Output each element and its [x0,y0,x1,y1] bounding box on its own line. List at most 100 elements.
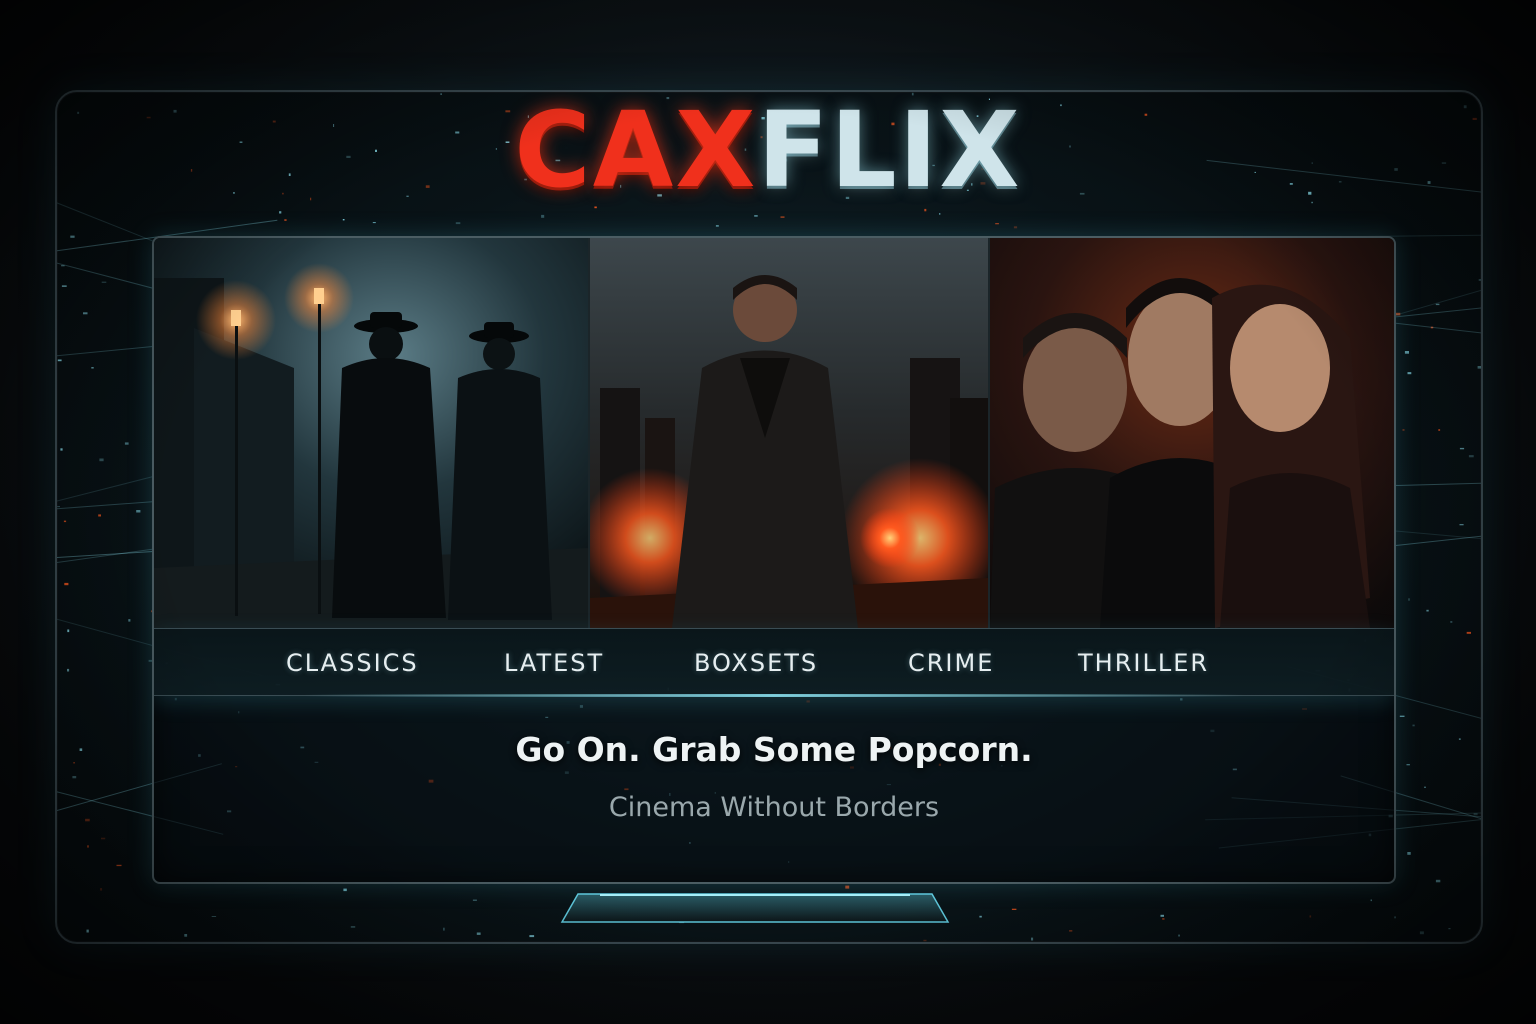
particle [1406,764,1410,766]
particle [67,668,70,672]
particle [939,213,941,215]
particle [83,312,88,315]
particle [87,845,89,848]
particle [343,888,347,892]
particle [128,619,131,622]
particle [1404,351,1409,354]
particle [1424,786,1426,788]
particle [72,776,77,779]
particle [754,215,758,217]
nav-item-thriller[interactable]: THRILLER [1078,649,1209,677]
tagline: Go On. Grab Some Popcorn. [515,730,1033,769]
featured-posters [154,238,1394,628]
particle [124,442,129,445]
particle [91,367,94,369]
tv-stand [560,893,950,923]
particle [73,762,75,764]
particle [1178,934,1180,937]
page: CAXFLIX CLASSICS LATEST BOXSETS CRIME TH… [0,0,1536,1024]
particle [1458,738,1461,740]
nav-glow-line [304,694,1244,697]
particle [455,222,461,225]
particle [116,864,122,867]
particle [61,285,67,287]
particle [1069,930,1073,932]
particle [1309,915,1312,918]
particle [845,885,850,889]
particle [136,510,141,513]
particle [1031,937,1034,941]
particle [1399,715,1405,717]
logo-part-cax: CAX [514,89,758,211]
particle [1407,852,1411,855]
particle [1426,609,1429,612]
particle [1408,598,1410,601]
particle [995,223,999,225]
particle [1402,429,1405,431]
category-nav: CLASSICS LATEST BOXSETS CRIME THRILLER [154,628,1394,697]
particle [1162,918,1165,920]
particle [1419,931,1424,935]
action-hero-poster[interactable] [590,238,990,628]
particle [1412,724,1415,727]
particle [979,915,982,918]
particle [342,219,345,221]
subtagline: Cinema Without Borders [608,792,940,823]
particle [1459,524,1464,526]
noir-detectives-image [154,238,588,628]
thriller-cast-poster[interactable] [990,238,1394,628]
app-logo[interactable]: CAXFLIX [0,98,1536,208]
particle [98,514,101,517]
particle [1435,303,1440,306]
particle [99,458,104,462]
particle [1468,455,1474,458]
logo-part-flix: FLIX [757,89,1022,211]
particle [529,935,535,938]
particle [1477,366,1481,369]
particle [211,916,217,917]
particle [923,939,927,942]
particle [541,214,545,218]
nav-item-crime[interactable]: CRIME [908,649,994,677]
particle [1370,899,1372,902]
particle [184,934,188,937]
particle [67,629,70,633]
particle [63,520,67,523]
particle [440,93,442,95]
action-hero-image [590,238,988,628]
particle [715,225,719,227]
particle [1478,279,1481,281]
nav-item-boxsets[interactable]: BOXSETS [694,649,818,677]
particle [1407,372,1412,375]
particle [101,837,106,840]
main-screen: CLASSICS LATEST BOXSETS CRIME THRILLER G… [152,236,1396,884]
particle [100,888,103,891]
particle [372,222,376,224]
thriller-cast-image [990,238,1394,628]
particle [443,927,445,931]
nav-item-latest[interactable]: LATEST [504,649,604,677]
particle [60,448,63,451]
particle [1438,429,1441,431]
particle [79,748,83,751]
particle [1394,916,1396,919]
particle [85,818,90,822]
particle [86,929,89,933]
particle [1459,447,1465,450]
particle [472,899,477,901]
particle [101,281,107,283]
particle [1448,928,1451,930]
particle [476,932,481,935]
classic-noir-poster[interactable] [154,238,590,628]
particle [64,582,69,586]
particle [1013,226,1018,229]
particle [780,216,785,218]
particle [350,926,356,928]
nav-item-classics[interactable]: CLASSICS [286,649,419,677]
particle [1435,879,1441,883]
particle [1160,914,1164,917]
particle [70,235,75,238]
particle [1011,908,1017,910]
particle [284,219,287,221]
particle [1466,631,1471,634]
